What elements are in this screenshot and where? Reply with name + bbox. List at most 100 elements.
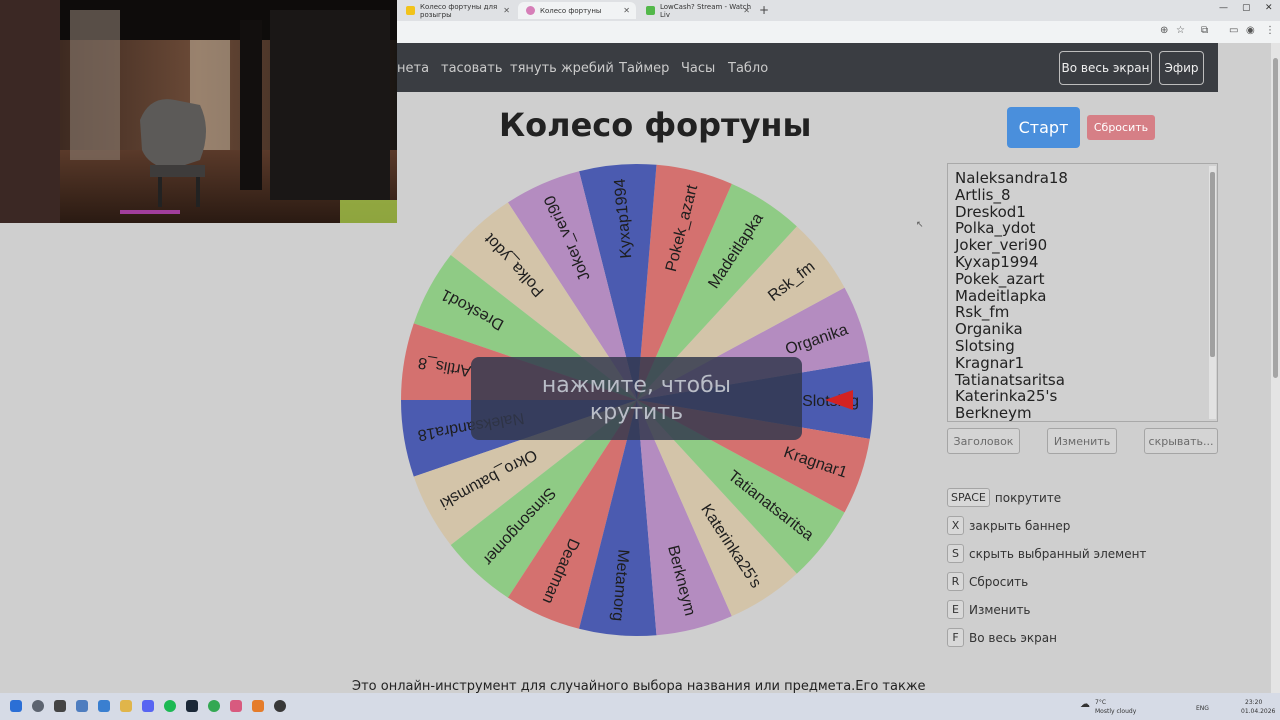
names-list-item: Organika	[955, 320, 1023, 339]
page: Колесо фортуны для розыгры ✕ Колесо форт…	[0, 0, 1280, 720]
nav-link-timer[interactable]: Таймер	[619, 61, 669, 76]
webcam-overlay	[0, 0, 397, 223]
close-tab-icon[interactable]: ✕	[623, 6, 630, 15]
names-list-item: Polka_ydot	[955, 219, 1036, 238]
clock-date[interactable]: 01.04.2026	[1241, 708, 1275, 715]
tab-label: LowCash? Stream - Watch Liv	[660, 2, 752, 19]
weather-temp: 7°C	[1095, 699, 1107, 706]
fullscreen-button[interactable]: Во весь экран	[1059, 51, 1152, 85]
spotify-icon[interactable]	[164, 700, 176, 712]
hotkey-row: S скрыть выбранный элемент	[947, 543, 1146, 564]
page-scrollbar-thumb[interactable]	[1273, 58, 1278, 378]
tab-label: Колесо фортуны	[540, 6, 602, 15]
hotkey-key: SPACE	[947, 488, 990, 507]
hotkey-desc: скрыть выбранный элемент	[969, 546, 1147, 561]
weather-desc: Mostly cloudy	[1095, 708, 1137, 715]
names-list-item: Madeitlapka	[955, 286, 1047, 305]
minimize-icon[interactable]: —	[1219, 3, 1228, 13]
hotkey-key: E	[947, 600, 964, 619]
names-list: Naleksandra18 Artlis_8 Dreskod1 Polka_ydot J…	[955, 169, 1068, 422]
nav-link-scoreboard[interactable]: Табло	[728, 61, 768, 76]
names-list-item: Artlis_8	[955, 185, 1011, 204]
chrome-icon[interactable]	[208, 700, 220, 712]
wheel-favicon-icon	[526, 6, 535, 15]
hotkey-row: F Во весь экран	[947, 627, 1057, 648]
tab-label: Колесо фортуны для розыгры	[420, 2, 498, 19]
names-list-item: Rsk_fm	[955, 303, 1010, 322]
search-icon[interactable]	[32, 700, 44, 712]
task-view-icon[interactable]	[54, 700, 66, 712]
settings-icon[interactable]	[76, 700, 88, 712]
hotkey-key: X	[947, 516, 964, 535]
extensions-icon[interactable]: ⧉	[1201, 25, 1208, 36]
mouse-cursor-icon: ↖	[916, 220, 924, 230]
page-scrollbar[interactable]	[1271, 43, 1280, 693]
close-tab-icon[interactable]: ✕	[743, 6, 750, 15]
steam-icon[interactable]	[186, 700, 198, 712]
air-button[interactable]: Эфир	[1159, 51, 1204, 85]
footer-description: Это онлайн-инструмент для случайного выб…	[352, 679, 926, 694]
close-window-icon[interactable]: ✕	[1265, 3, 1273, 13]
new-tab-icon[interactable]: +	[759, 3, 769, 17]
obs-icon[interactable]	[274, 700, 286, 712]
nav-link-random-name[interactable]: нета	[397, 61, 429, 76]
discord-icon[interactable]	[142, 700, 154, 712]
names-scrollbar-thumb[interactable]	[1210, 172, 1215, 357]
names-textarea[interactable]: Naleksandra18 Artlis_8 Dreskod1 Polka_ydot J…	[947, 163, 1218, 422]
hotkey-key: R	[947, 572, 964, 591]
header-button[interactable]: Заголовок	[947, 428, 1020, 454]
app-icon[interactable]	[252, 700, 264, 712]
reset-button[interactable]: Сбросить	[1087, 115, 1155, 140]
hotkey-row: X закрыть баннер	[947, 515, 1070, 536]
weather-icon[interactable]: ☁	[1080, 699, 1090, 710]
hide-button[interactable]: скрывать...	[1144, 428, 1218, 454]
banner-text: нажмите, чтобы крутить	[541, 372, 732, 425]
names-list-item: Slotsing	[955, 336, 1015, 355]
nav-link-shuffle[interactable]: тасовать	[441, 61, 503, 76]
edit-button[interactable]: Изменить	[1047, 428, 1117, 454]
maximize-icon[interactable]: ▢	[1242, 3, 1251, 13]
site-favicon-icon	[406, 6, 415, 15]
file-explorer-icon[interactable]	[98, 700, 110, 712]
zoom-icon[interactable]: ⊕	[1160, 25, 1168, 36]
hotkey-desc: Сбросить	[969, 574, 1029, 589]
browser-tab-1[interactable]: Колесо фортуны для розыгры ✕	[398, 2, 516, 19]
hotkey-desc: Во весь экран	[969, 630, 1057, 645]
names-scrollbar[interactable]	[1209, 166, 1216, 419]
hotkey-desc: покрутите	[994, 490, 1062, 505]
browser-active-icon[interactable]	[230, 700, 242, 712]
spin-banner[interactable]: нажмите, чтобы крутить	[471, 357, 802, 440]
names-list-item: Dreskod1	[955, 202, 1026, 221]
start-button[interactable]: Старт	[1007, 107, 1080, 148]
windows-start-icon[interactable]	[10, 700, 22, 712]
hotkey-key: S	[947, 544, 964, 563]
names-list-item: Kragnar1	[955, 353, 1025, 372]
hotkey-row: R Сбросить	[947, 571, 1028, 592]
sidebar-icon[interactable]: ▭	[1229, 25, 1238, 36]
hotkey-desc: Изменить	[969, 602, 1031, 617]
kick-favicon-icon	[646, 6, 655, 15]
profile-icon[interactable]: ◉	[1246, 25, 1255, 36]
names-list-item: Katerinka25's	[955, 387, 1058, 406]
hotkey-desc: закрыть баннер	[969, 518, 1071, 533]
hotkey-row: SPACE покрутите	[947, 487, 1061, 508]
menu-dots-icon[interactable]: ⋮	[1265, 25, 1275, 36]
names-list-item: Tatianatsaritsa	[955, 370, 1065, 389]
bookmark-star-icon[interactable]: ☆	[1176, 25, 1185, 36]
names-list-item: Berkneym	[955, 404, 1032, 422]
nav-link-clock[interactable]: Часы	[681, 61, 715, 76]
folder-icon[interactable]	[120, 700, 132, 712]
names-list-item: Kyxap1994	[955, 252, 1039, 271]
page-title: Колесо фортуны	[499, 106, 812, 144]
clock-time[interactable]: 23:20	[1245, 699, 1262, 706]
names-list-item: Joker_veri90	[955, 236, 1048, 255]
close-tab-icon[interactable]: ✕	[503, 6, 510, 15]
hotkey-key: F	[947, 628, 964, 647]
language-indicator[interactable]: ENG	[1196, 705, 1209, 712]
nav-link-draw-lots[interactable]: тянуть жребий	[510, 61, 614, 76]
hotkey-row: E Изменить	[947, 599, 1031, 620]
names-list-item: Pokek_azart	[955, 269, 1045, 288]
browser-tab-3[interactable]: LowCash? Stream - Watch Liv ✕	[638, 2, 756, 19]
browser-tab-2[interactable]: Колесо фортуны ✕	[518, 2, 636, 19]
names-list-item: Naleksandra18	[955, 169, 1068, 187]
